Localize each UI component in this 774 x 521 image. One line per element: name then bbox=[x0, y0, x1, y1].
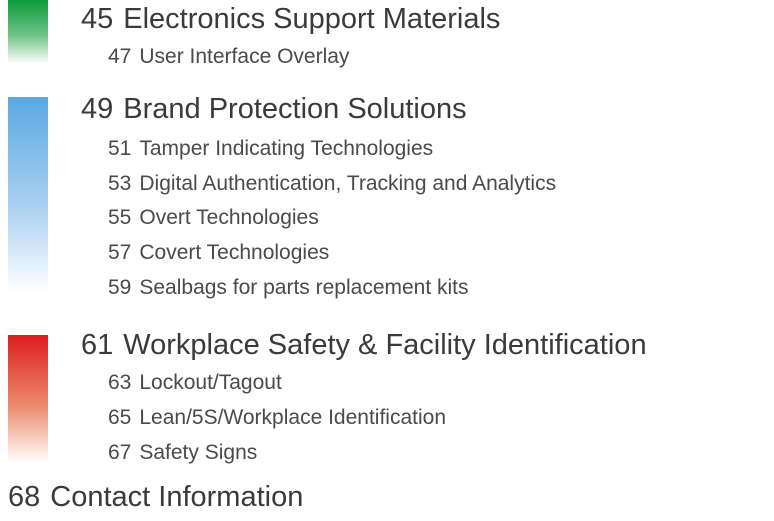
toc-page-number: 63 bbox=[108, 371, 132, 394]
toc-item-overt-technologies[interactable]: 55 Overt Technologies bbox=[108, 205, 319, 231]
toc-page-number: 61 bbox=[81, 329, 114, 361]
toc-page-number: 65 bbox=[108, 406, 132, 429]
toc-item-title: Sealbags for parts replacement kits bbox=[139, 276, 469, 299]
toc-page-number: 49 bbox=[81, 93, 114, 125]
toc-page-number: 68 bbox=[8, 481, 41, 513]
toc-heading-brand-protection[interactable]: 49 Brand Protection Solutions bbox=[81, 92, 467, 126]
toc-page-number: 53 bbox=[108, 172, 132, 195]
toc-item-sealbags[interactable]: 59 Sealbags for parts replacement kits bbox=[108, 275, 469, 301]
toc-page-number: 47 bbox=[108, 45, 132, 68]
toc-heading-title: Workplace Safety & Facility Identificati… bbox=[123, 329, 647, 361]
toc-item-title: Tamper Indicating Technologies bbox=[139, 137, 434, 160]
toc-item-tamper-indicating[interactable]: 51 Tamper Indicating Technologies bbox=[108, 136, 433, 162]
toc-item-title: Safety Signs bbox=[139, 441, 258, 464]
toc-page-number: 59 bbox=[108, 276, 132, 299]
toc-item-lockout-tagout[interactable]: 63 Lockout/Tagout bbox=[108, 370, 282, 396]
toc-heading-contact-information[interactable]: 68 Contact Information bbox=[8, 480, 303, 514]
toc-heading-title: Contact Information bbox=[50, 481, 304, 513]
toc-heading-title: Electronics Support Materials bbox=[123, 3, 501, 35]
toc-item-safety-signs[interactable]: 67 Safety Signs bbox=[108, 440, 257, 466]
toc-page-number: 55 bbox=[108, 206, 132, 229]
toc-item-title: User Interface Overlay bbox=[139, 45, 350, 68]
toc-item-title: Lockout/Tagout bbox=[139, 371, 282, 394]
toc-page-number: 45 bbox=[81, 3, 114, 35]
toc-heading-workplace-safety[interactable]: 61 Workplace Safety & Facility Identifica… bbox=[81, 328, 647, 362]
toc-item-digital-authentication[interactable]: 53 Digital Authentication, Tracking and A… bbox=[108, 171, 556, 197]
toc-item-user-interface-overlay[interactable]: 47 User Interface Overlay bbox=[108, 44, 349, 70]
toc-page-number: 51 bbox=[108, 137, 132, 160]
toc-item-title: Overt Technologies bbox=[139, 206, 319, 229]
toc-item-title: Covert Technologies bbox=[139, 241, 330, 264]
section-color-bar-blue bbox=[8, 97, 48, 293]
section-color-bar-red bbox=[8, 335, 48, 463]
toc-heading-electronics[interactable]: 45 Electronics Support Materials bbox=[81, 2, 500, 36]
toc-item-title: Digital Authentication, Tracking and Ana… bbox=[139, 172, 557, 195]
toc-item-lean-5s[interactable]: 65 Lean/5S/Workplace Identification bbox=[108, 405, 446, 431]
toc-item-title: Lean/5S/Workplace Identification bbox=[139, 406, 446, 429]
toc-heading-title: Brand Protection Solutions bbox=[123, 93, 467, 125]
toc-page-number: 67 bbox=[108, 441, 132, 464]
toc-page-number: 57 bbox=[108, 241, 132, 264]
toc-item-covert-technologies[interactable]: 57 Covert Technologies bbox=[108, 240, 329, 266]
section-color-bar-green bbox=[8, 0, 48, 64]
